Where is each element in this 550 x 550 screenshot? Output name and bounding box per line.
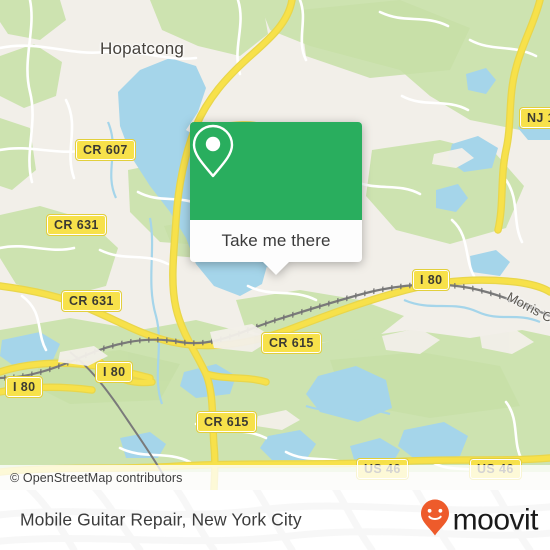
map-canvas[interactable]: Hopatcong Morris Can CR 607 CR 631 CR 63… bbox=[0, 0, 550, 490]
take-me-there-label: Take me there bbox=[221, 231, 331, 250]
road-shield-i-80-east[interactable]: I 80 bbox=[411, 269, 451, 291]
moovit-wordmark: moovit bbox=[452, 503, 539, 536]
map-screenshot: Hopatcong Morris Can CR 607 CR 631 CR 63… bbox=[0, 0, 550, 550]
page-title: Mobile Guitar Repair, New York City bbox=[20, 509, 302, 530]
moovit-logo[interactable]: moovit bbox=[420, 499, 539, 542]
popup-action-bar[interactable]: Take me there bbox=[190, 220, 362, 275]
location-popup-card[interactable]: Take me there bbox=[190, 122, 362, 275]
road-shield-cr-631-north[interactable]: CR 631 bbox=[46, 214, 107, 236]
road-shield-i-80-center[interactable]: I 80 bbox=[94, 361, 134, 383]
road-shield-cr-615-south[interactable]: CR 615 bbox=[196, 411, 257, 433]
popup-pointer-tail bbox=[263, 262, 289, 275]
osm-attribution-text[interactable]: © OpenStreetMap contributors bbox=[0, 471, 183, 485]
footer-bar: Mobile Guitar Repair, New York City moov… bbox=[0, 490, 550, 550]
moovit-pin-icon bbox=[420, 499, 450, 542]
road-shield-cr-615-north[interactable]: CR 615 bbox=[261, 332, 322, 354]
road-shield-cr-631-south[interactable]: CR 631 bbox=[61, 290, 122, 312]
osm-attribution-bar: © OpenStreetMap contributors bbox=[0, 465, 550, 490]
road-shield-nj-15[interactable]: NJ 15 bbox=[518, 107, 550, 129]
road-shield-cr-607[interactable]: CR 607 bbox=[75, 139, 136, 161]
road-shield-i-80-west[interactable]: I 80 bbox=[4, 376, 44, 398]
popup-header bbox=[190, 122, 362, 220]
